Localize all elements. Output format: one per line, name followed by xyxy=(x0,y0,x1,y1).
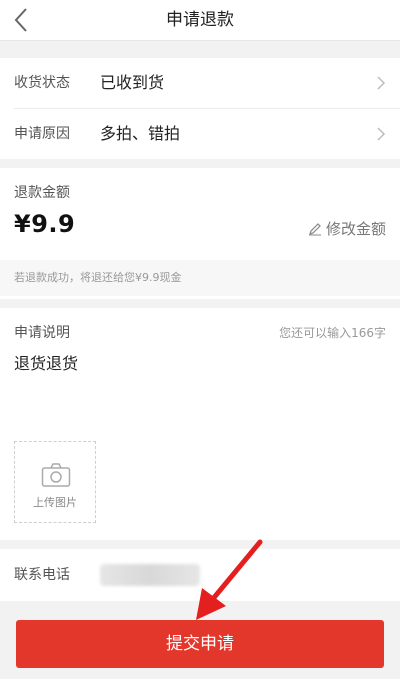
refund-options-card: 收货状态 已收到货 申请原因 多拍、错拍 xyxy=(0,58,400,159)
refund-amount-label: 退款金额 xyxy=(14,185,70,201)
refund-note-text: 若退款成功，将退还给您¥9.9现金 xyxy=(14,271,182,284)
refund-amount-value: ¥9.9 xyxy=(14,210,76,238)
pencil-icon xyxy=(308,222,321,235)
edit-amount-button[interactable]: 修改金额 xyxy=(308,218,386,239)
chevron-right-icon xyxy=(377,127,386,141)
refund-note-bar: 若退款成功，将退还给您¥9.9现金 xyxy=(0,260,400,296)
explanation-label: 申请说明 xyxy=(14,325,70,341)
page-title: 申请退款 xyxy=(166,10,234,30)
refund-reason-row[interactable]: 申请原因 多拍、错拍 xyxy=(0,109,400,159)
explanation-input[interactable]: 退货退货 xyxy=(14,350,78,374)
upload-image-button[interactable]: 上传图片 xyxy=(14,441,96,523)
top-bar: 申请退款 xyxy=(0,0,400,41)
receipt-status-row[interactable]: 收货状态 已收到货 xyxy=(0,58,400,108)
refund-reason-label: 申请原因 xyxy=(14,126,70,142)
chevron-right-icon xyxy=(377,76,386,90)
explanation-card: 申请说明 您还可以输入166字 退货退货 上传图片 xyxy=(0,308,400,540)
upload-image-label: 上传图片 xyxy=(33,496,77,509)
char-counter: 您还可以输入166字 xyxy=(279,326,386,340)
submit-button[interactable]: 提交申请 xyxy=(16,620,384,668)
contact-phone-row[interactable]: 联系电话 xyxy=(0,549,400,601)
contact-phone-label: 联系电话 xyxy=(14,567,70,583)
edit-amount-label: 修改金额 xyxy=(325,220,386,238)
camera-icon xyxy=(41,463,71,487)
receipt-status-value: 已收到货 xyxy=(100,73,165,92)
refund-request-page: 申请退款 收货状态 已收到货 申请原因 多拍、错拍 退款金额 ¥9.9 修改金额… xyxy=(0,0,400,679)
refund-amount-card: 退款金额 ¥9.9 修改金额 若退款成功，将退还给您¥9.9现金 xyxy=(0,168,400,299)
refund-reason-value: 多拍、错拍 xyxy=(100,124,181,143)
receipt-status-label: 收货状态 xyxy=(14,75,70,91)
contact-phone-value[interactable] xyxy=(100,564,200,586)
